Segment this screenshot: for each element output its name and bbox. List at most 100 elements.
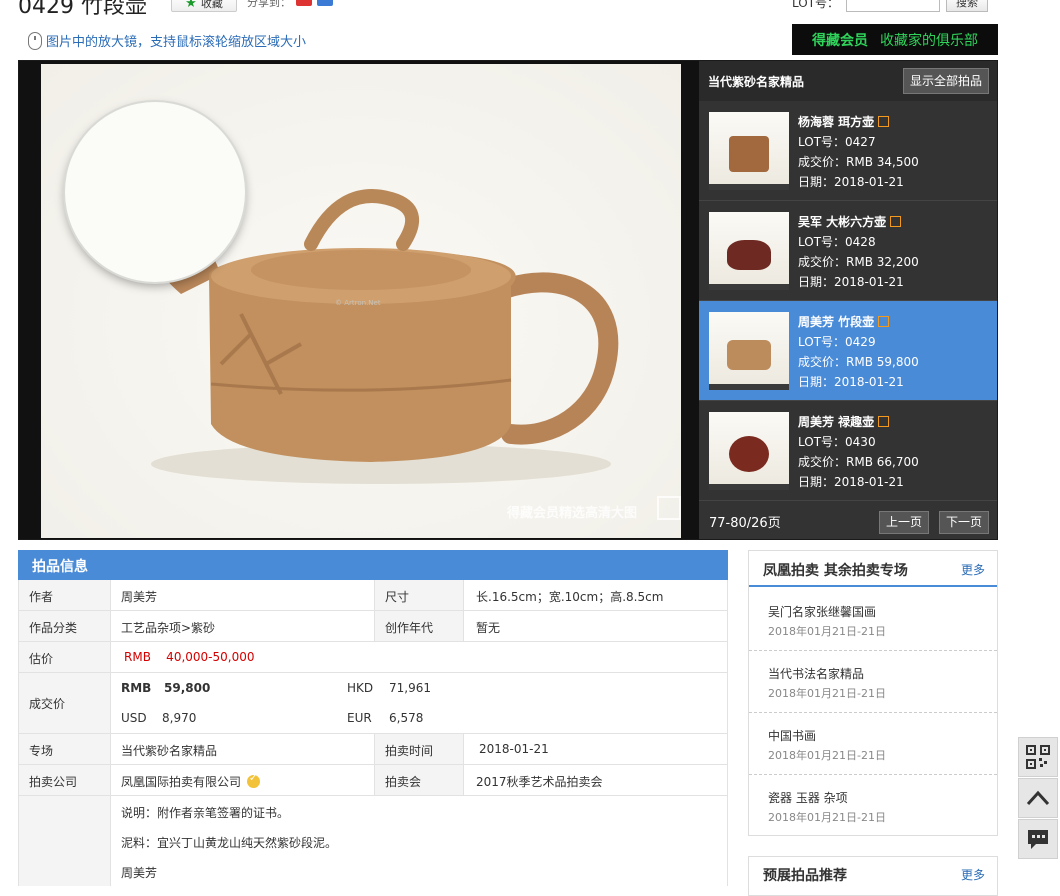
- external-link-icon: [878, 416, 890, 427]
- auction-value[interactable]: 2017秋季艺术品拍卖会: [466, 765, 613, 798]
- session-date: 2018年01月21日-21日: [768, 749, 886, 762]
- other-sessions-title: 凤凰拍卖 其余拍卖专场: [763, 563, 908, 579]
- lot-number: LOT号：0430: [798, 435, 876, 449]
- lot-info-table: 作者 周美芳 尺寸 长.16.5cm；宽.10cm；高.8.5cm 作品分类 工…: [18, 580, 728, 886]
- next-page-button[interactable]: 下一页: [939, 511, 989, 534]
- session-name: 瓷器 玉器 杂项: [768, 791, 848, 805]
- session-date: 2018年01月21日-21日: [768, 625, 886, 638]
- lot-date: 日期：2018-01-21: [798, 475, 904, 489]
- club-banner-left: 得藏会员: [812, 32, 868, 49]
- related-lots-panel: 当代紫砂名家精品 显示全部拍品 杨海蓉 珥方壶 LOT号：0427 成交价：RM…: [699, 61, 997, 539]
- lot-thumbnail: [709, 112, 789, 190]
- lot-thumbnail: [709, 312, 789, 390]
- show-all-button[interactable]: 显示全部拍品: [903, 68, 989, 94]
- size-label: 尺寸: [374, 580, 464, 610]
- auction-time-label: 拍卖时间: [374, 734, 464, 764]
- session-name: 当代书法名家精品: [768, 667, 865, 681]
- lot-number: LOT号：0428: [798, 235, 876, 249]
- qr-code-icon: [1026, 745, 1050, 769]
- lot-name: 吴军 大彬六方壶: [798, 213, 902, 230]
- page-info: 77-80/26页: [709, 516, 781, 531]
- lot-price: 成交价：RMB 59,800: [798, 355, 919, 369]
- feedback-button[interactable]: [1018, 819, 1058, 859]
- related-lot-item[interactable]: 吴军 大彬六方壶 LOT号：0428 成交价：RMB 32,200 日期：201…: [699, 201, 997, 301]
- lot-date: 日期：2018-01-21: [798, 175, 904, 189]
- page-title: 0429 竹段壶: [18, 0, 147, 19]
- watermark-bottom: 得藏会员精选高清大图: [507, 506, 638, 521]
- sold-hkd-value: 71,961: [389, 681, 431, 695]
- session-date: 2018年01月21日-21日: [768, 687, 886, 700]
- lot-name: 周美芳 竹段壶: [798, 313, 890, 330]
- size-value: 长.16.5cm；宽.10cm；高.8.5cm: [476, 590, 664, 604]
- image-viewer: © Artron.Net 得藏会员精选高清大图 当代紫砂名家精品 显示全部拍品 …: [18, 60, 998, 540]
- star-icon: ★: [185, 0, 197, 11]
- mouse-icon: [28, 31, 42, 50]
- session-list-item[interactable]: 吴门名家张继馨国画 2018年01月21日-21日: [749, 589, 997, 651]
- club-banner[interactable]: 得藏会员 收藏家的俱乐部: [792, 24, 998, 55]
- qzone-share-icon[interactable]: [317, 0, 333, 6]
- related-lots-footer: 77-80/26页 上一页 下一页: [699, 501, 997, 539]
- magnifier-tip: 图片中的放大镜，支持鼠标滚轮缩放区域大小: [28, 31, 306, 50]
- era-value: 暂无: [476, 621, 501, 635]
- preview-recommend-box: 预展拍品推荐 更多: [748, 856, 998, 896]
- description-line-2: 泥料：宜兴丁山黄龙山纯天然紫砂段泥。: [121, 836, 338, 850]
- prev-page-button[interactable]: 上一页: [879, 511, 929, 534]
- description-line-3: 周美芳: [121, 866, 158, 880]
- company-value[interactable]: 凤凰国际拍卖有限公司: [111, 765, 270, 798]
- lot-date: 日期：2018-01-21: [798, 275, 904, 289]
- lot-thumbnail: [709, 212, 789, 290]
- external-link-icon: [890, 216, 902, 227]
- lot-price: 成交价：RMB 32,200: [798, 255, 919, 269]
- more-link[interactable]: 更多: [961, 561, 985, 578]
- related-lot-item[interactable]: 周美芳 禄趣壶 LOT号：0430 成交价：RMB 66,700 日期：2018…: [699, 401, 997, 501]
- magnifier-lens[interactable]: [65, 102, 245, 282]
- session-list-item[interactable]: 当代书法名家精品 2018年01月21日-21日: [749, 651, 997, 713]
- lot-name: 周美芳 禄趣壶: [798, 413, 890, 430]
- feedback-icon: [1028, 830, 1048, 849]
- related-lot-item-active[interactable]: 周美芳 竹段壶 LOT号：0429 成交价：RMB 59,800 日期：2018…: [699, 301, 997, 401]
- verified-badge-icon: [247, 773, 261, 788]
- description-line-1: 说明：附作者亲笔签署的证书。: [121, 806, 290, 820]
- favorite-button[interactable]: ★ 收藏: [171, 0, 237, 12]
- external-link-icon: [657, 496, 681, 520]
- related-lots-title: 当代紫砂名家精品: [708, 75, 805, 89]
- lot-thumbnail: [709, 412, 789, 490]
- back-to-top-button[interactable]: [1018, 778, 1058, 818]
- back-to-top-icon: [1026, 790, 1050, 806]
- related-lots-header: 当代紫砂名家精品 显示全部拍品: [699, 61, 997, 101]
- lot-label: LOT号：: [792, 0, 840, 10]
- qr-code-button[interactable]: [1018, 737, 1058, 777]
- category-label: 作品分类: [19, 611, 111, 641]
- session-name: 中国书画: [768, 729, 817, 743]
- sold-rmb-value: 59,800: [164, 681, 211, 695]
- sold-price-label: 成交价: [19, 673, 111, 733]
- lot-number: LOT号：0427: [798, 135, 876, 149]
- lot-date: 日期：2018-01-21: [798, 375, 904, 389]
- weibo-share-icon[interactable]: [296, 0, 312, 6]
- related-lot-item[interactable]: 杨海蓉 珥方壶 LOT号：0427 成交价：RMB 34,500 日期：2018…: [699, 101, 997, 201]
- author-value[interactable]: 周美芳: [111, 580, 167, 613]
- share-label: 分享到：: [247, 0, 291, 9]
- session-list-item[interactable]: 瓷器 玉器 杂项 2018年01月21日-21日: [749, 775, 997, 837]
- sold-usd-currency: USD: [121, 711, 147, 725]
- sold-eur-value: 6,578: [389, 711, 424, 725]
- club-banner-right: 收藏家的俱乐部: [880, 32, 978, 49]
- category-value[interactable]: 工艺品杂项>紫砂: [111, 611, 225, 644]
- lot-search-input[interactable]: [846, 0, 940, 12]
- session-list-item[interactable]: 中国书画 2018年01月21日-21日: [749, 713, 997, 775]
- session-value[interactable]: 当代紫砂名家精品: [111, 734, 227, 767]
- company-label: 拍卖公司: [19, 765, 111, 795]
- sold-eur-currency: EUR: [347, 711, 372, 725]
- preview-recommend-title: 预展拍品推荐: [763, 868, 847, 884]
- external-link-icon: [878, 316, 890, 327]
- estimate-value: RMB 40,000-50,000: [124, 650, 255, 664]
- external-link-icon: [878, 116, 890, 127]
- search-button[interactable]: 搜索: [946, 0, 988, 12]
- lot-name: 杨海蓉 珥方壶: [798, 113, 890, 130]
- more-link[interactable]: 更多: [961, 866, 985, 883]
- session-name: 吴门名家张继馨国画: [768, 605, 877, 619]
- session-date: 2018年01月21日-21日: [768, 811, 886, 824]
- author-label: 作者: [19, 580, 111, 610]
- auction-time-value: 2018-01-21: [479, 742, 549, 756]
- lot-photo[interactable]: © Artron.Net 得藏会员精选高清大图: [41, 64, 681, 538]
